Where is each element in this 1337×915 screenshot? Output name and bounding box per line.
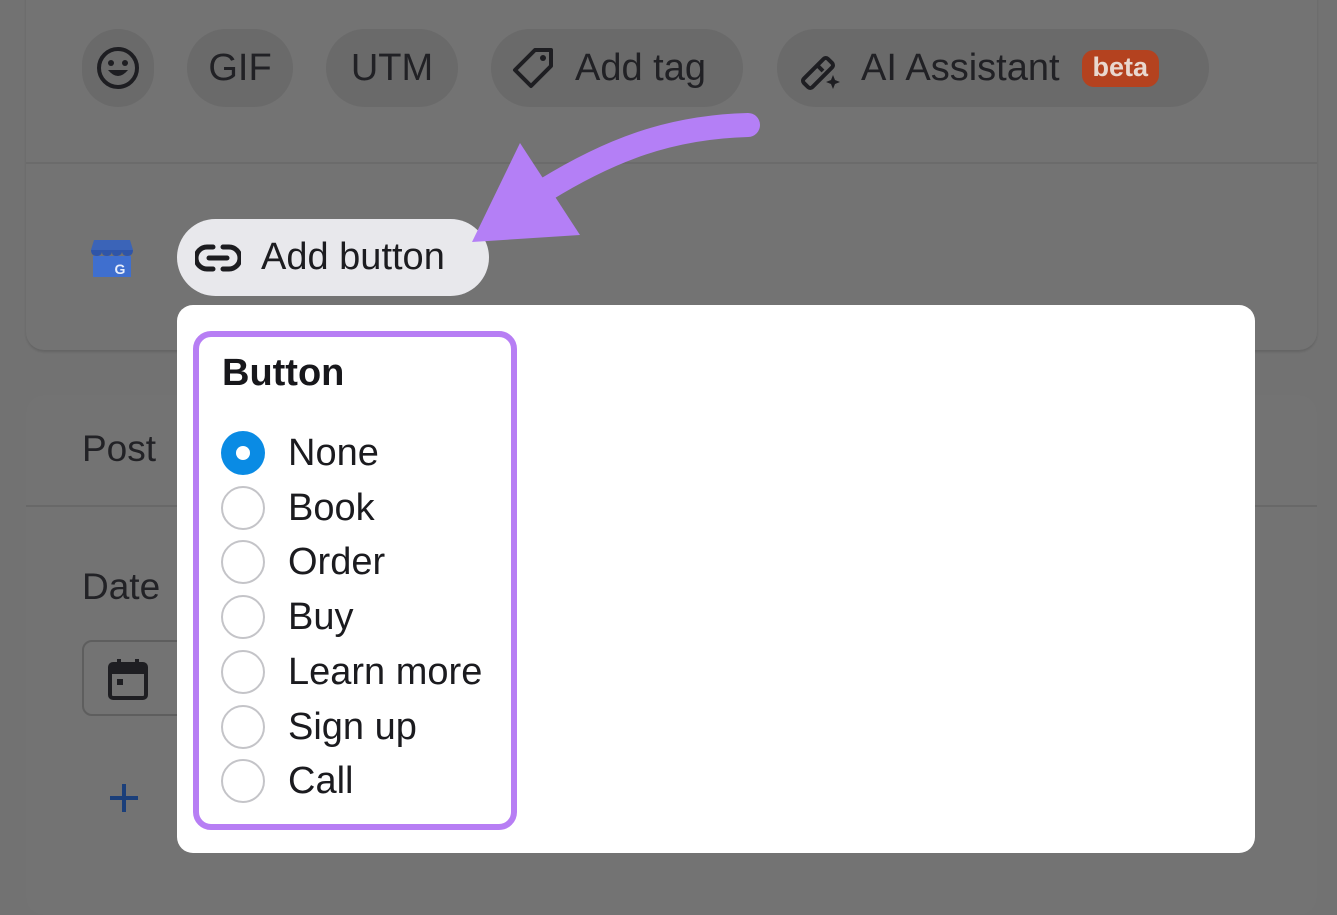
radio-option-learn-more[interactable]: Learn more <box>221 649 482 695</box>
add-button-label: Add button <box>261 236 445 278</box>
calendar-icon <box>108 659 148 700</box>
post-tab-label[interactable]: Post <box>82 428 156 470</box>
plus-icon[interactable] <box>106 778 142 818</box>
utm-label: UTM <box>350 46 434 89</box>
option-label: Order <box>288 540 386 583</box>
tag-icon <box>513 48 553 88</box>
radio-unselected-icon[interactable] <box>221 759 265 803</box>
date-label: Date <box>82 566 161 607</box>
add-tag-button[interactable]: Add tag <box>491 29 743 107</box>
radio-option-sign-up[interactable]: Sign up <box>221 704 417 750</box>
option-label: None <box>288 431 379 474</box>
radio-option-none[interactable]: None <box>221 430 379 476</box>
emoji-button[interactable] <box>82 29 154 107</box>
option-label: Sign up <box>288 705 417 748</box>
ai-assistant-label: AI Assistant <box>861 46 1060 89</box>
radio-option-order[interactable]: Order <box>221 539 385 585</box>
radio-option-book[interactable]: Book <box>221 485 375 531</box>
google-business-profile-icon: G <box>91 240 133 277</box>
option-label: Buy <box>288 595 354 638</box>
svg-text:G: G <box>115 261 126 277</box>
gif-label: GIF <box>208 46 272 89</box>
radio-unselected-icon[interactable] <box>221 705 265 749</box>
magic-wand-icon <box>800 55 840 91</box>
radio-unselected-icon[interactable] <box>221 486 265 530</box>
radio-unselected-icon[interactable] <box>221 595 265 639</box>
button-group-title: Button <box>222 352 345 394</box>
option-label: Learn more <box>288 650 483 693</box>
radio-option-call[interactable]: Call <box>221 758 353 804</box>
option-label: Book <box>288 486 375 529</box>
annotation-arrow-icon <box>472 113 760 242</box>
option-label: Call <box>288 759 354 802</box>
add-button[interactable]: Add button <box>177 219 489 296</box>
utm-button[interactable]: UTM <box>326 29 458 107</box>
add-tag-label: Add tag <box>575 46 706 89</box>
gif-button[interactable]: GIF <box>187 29 293 107</box>
radio-unselected-icon[interactable] <box>221 650 265 694</box>
radio-selected-icon[interactable] <box>221 431 265 475</box>
beta-badge: beta <box>1081 49 1160 87</box>
link-icon <box>195 244 241 271</box>
radio-option-buy[interactable]: Buy <box>221 594 353 640</box>
radio-unselected-icon[interactable] <box>221 540 265 584</box>
smiley-icon <box>97 47 139 89</box>
ai-assistant-button[interactable]: AI Assistant beta <box>777 29 1209 107</box>
